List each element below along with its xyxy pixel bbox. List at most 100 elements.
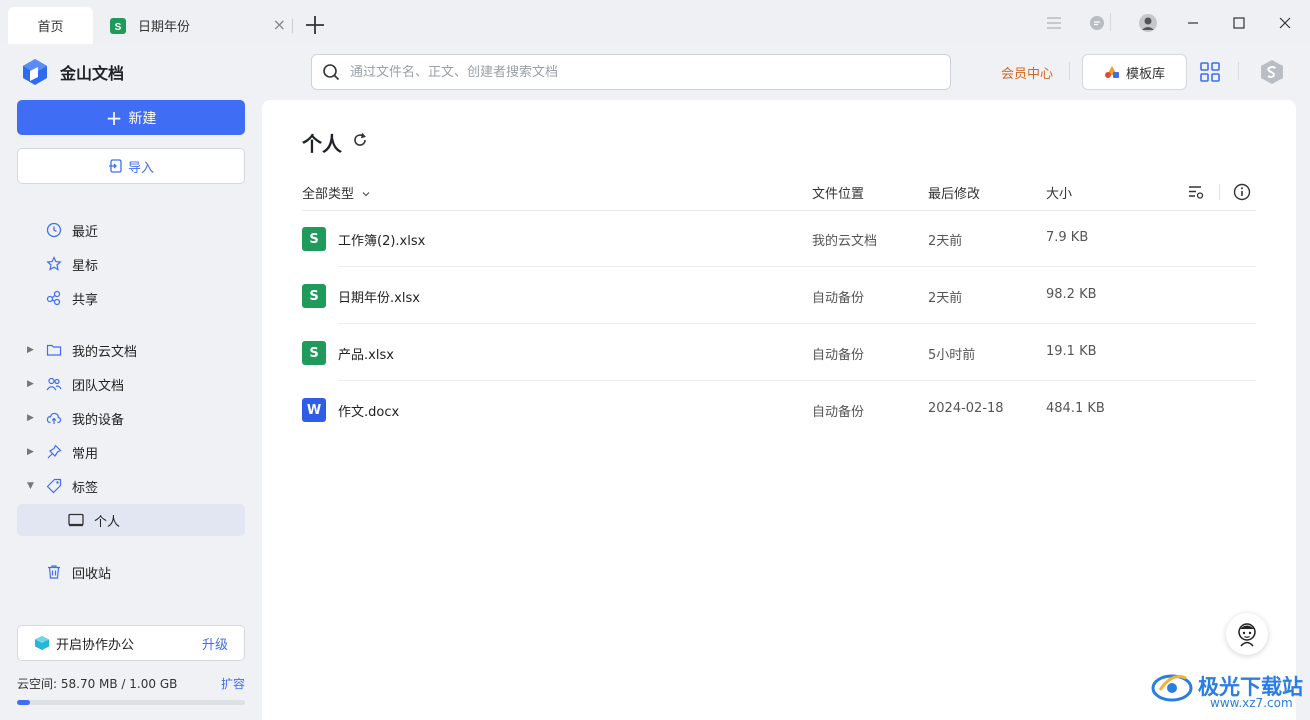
spreadsheet-icon: S <box>110 17 126 34</box>
expand-arrow-icon[interactable]: ▶ <box>27 413 35 423</box>
new-label: 新建 <box>128 110 157 127</box>
column-header-location[interactable]: 文件位置 <box>812 183 864 202</box>
spreadsheet-icon: S <box>302 227 326 251</box>
file-name[interactable]: 产品.xlsx <box>338 344 394 363</box>
sidebar-item-label: 团队文档 <box>72 378 125 394</box>
import-label: 导入 <box>127 160 154 176</box>
sidebar-item-frequent[interactable]: ▶ 常用 <box>17 436 245 468</box>
chevron-down-icon <box>362 192 370 197</box>
storage-progress-fill <box>17 700 30 705</box>
upgrade-link[interactable]: 升级 <box>202 634 228 653</box>
file-location: 自动备份 <box>812 348 865 363</box>
sidebar-item-label: 星标 <box>72 258 99 274</box>
spreadsheet-icon: S <box>302 341 326 365</box>
trash-icon <box>45 563 63 581</box>
clock-icon <box>45 221 63 239</box>
close-tab-icon[interactable]: × <box>273 17 286 33</box>
sidebar-item-my-cloud-docs[interactable]: ▶ 我的云文档 <box>17 334 245 366</box>
search-box[interactable] <box>311 54 951 90</box>
team-icon <box>45 375 63 393</box>
apps-grid-icon[interactable] <box>1199 61 1221 83</box>
watermark-logo-icon <box>1151 674 1193 702</box>
header-divider <box>1069 62 1070 80</box>
collab-banner[interactable]: 开启协作办公 升级 <box>17 625 245 661</box>
collab-label: 开启协作办公 <box>56 637 135 653</box>
file-modified: 2天前 <box>928 291 963 306</box>
file-size: 484.1 KB <box>1046 401 1105 416</box>
file-row[interactable]: W 作文.docx 自动备份 2024-02-18 484.1 KB <box>302 381 1256 438</box>
file-size: 98.2 KB <box>1046 287 1097 302</box>
tab-label: 首页 <box>37 20 64 35</box>
avatar[interactable] <box>1137 12 1159 34</box>
file-modified: 5小时前 <box>928 348 976 363</box>
file-name[interactable]: 作文.docx <box>338 401 399 420</box>
refresh-icon[interactable] <box>352 132 368 148</box>
file-name[interactable]: 工作簿(2).xlsx <box>338 230 425 249</box>
sidebar-item-label: 最近 <box>72 224 99 240</box>
import-button[interactable]: 导入 <box>17 148 245 184</box>
template-icon <box>1104 66 1119 78</box>
view-settings-icon[interactable] <box>1187 183 1205 201</box>
sidebar-item-trash[interactable]: 回收站 <box>17 556 245 588</box>
assistant-button[interactable] <box>1226 613 1268 655</box>
page-title: 个人 <box>302 132 342 156</box>
storage-text: 云空间: 58.70 MB / 1.00 GB <box>17 677 178 691</box>
sidebar-item-label: 共享 <box>72 292 99 308</box>
sidebar-item-starred[interactable]: 星标 <box>17 248 245 280</box>
new-button[interactable]: + 新建 <box>17 100 245 135</box>
collab-cube-icon <box>35 636 49 650</box>
expand-arrow-icon[interactable]: ▶ <box>27 345 35 355</box>
file-row[interactable]: S 产品.xlsx 自动备份 5小时前 19.1 KB <box>302 324 1256 381</box>
close-window-icon[interactable] <box>1274 12 1296 34</box>
watermark-url: www.xz7.com <box>1210 696 1293 710</box>
sidebar-item-team-docs[interactable]: ▶ 团队文档 <box>17 368 245 400</box>
share-icon <box>45 289 63 307</box>
template-library-button[interactable]: 模板库 <box>1082 54 1187 90</box>
storage-info: 云空间: 58.70 MB / 1.00 GB 扩容 <box>17 675 245 692</box>
search-input[interactable] <box>350 64 910 80</box>
plus-icon: + <box>105 105 123 130</box>
collapse-arrow-icon[interactable]: ▼ <box>27 481 35 491</box>
app-name: 金山文档 <box>60 64 125 83</box>
sidebar-item-label: 我的设备 <box>72 412 125 428</box>
file-size: 7.9 KB <box>1046 230 1089 245</box>
brand: 金山文档 <box>22 58 124 86</box>
sidebar-item-recent[interactable]: 最近 <box>17 214 245 246</box>
info-icon[interactable] <box>1233 183 1251 201</box>
file-size: 19.1 KB <box>1046 344 1097 359</box>
kdocs-logo-icon <box>23 59 47 85</box>
sidebar-item-personal-tag[interactable]: 个人 <box>17 504 245 536</box>
svg-text:S: S <box>115 22 122 33</box>
sidebar-item-label: 回收站 <box>72 566 112 582</box>
storage-progress-bar <box>17 700 245 705</box>
wps-logo-icon[interactable] <box>1259 59 1285 85</box>
type-filter-dropdown[interactable]: 全部类型 <box>302 183 371 202</box>
expand-storage-link[interactable]: 扩容 <box>221 675 245 692</box>
cloud-upload-icon <box>45 409 63 427</box>
file-row[interactable]: S 日期年份.xlsx 自动备份 2天前 98.2 KB <box>302 267 1256 324</box>
sidebar-item-shared[interactable]: 共享 <box>17 282 245 314</box>
tag-icon <box>45 477 63 495</box>
message-icon[interactable] <box>1086 12 1108 34</box>
minimize-icon[interactable] <box>1182 12 1204 34</box>
column-header-size[interactable]: 大小 <box>1046 183 1072 202</box>
type-filter-label: 全部类型 <box>302 187 355 202</box>
sidebar-item-tags[interactable]: ▼ 标签 <box>17 470 245 502</box>
watermark: 极光下载站 www.xz7.com <box>1150 668 1303 710</box>
column-header-modified[interactable]: 最后修改 <box>928 183 980 202</box>
sidebar-item-label: 个人 <box>94 514 121 530</box>
expand-arrow-icon[interactable]: ▶ <box>27 447 35 457</box>
sidebar-item-label: 标签 <box>72 480 99 496</box>
pin-icon <box>45 443 63 461</box>
menu-icon[interactable] <box>1043 12 1065 34</box>
star-icon <box>45 255 63 273</box>
file-name[interactable]: 日期年份.xlsx <box>338 287 420 306</box>
add-tab-icon[interactable] <box>302 12 328 38</box>
vip-center-link[interactable]: 会员中心 <box>1001 63 1053 82</box>
sidebar-item-my-devices[interactable]: ▶ 我的设备 <box>17 402 245 434</box>
file-row[interactable]: S 工作簿(2).xlsx 我的云文档 2天前 7.9 KB <box>302 210 1256 267</box>
tab-home[interactable]: 首页 <box>8 7 93 44</box>
tab-document[interactable]: S 日期年份 × <box>102 7 292 44</box>
expand-arrow-icon[interactable]: ▶ <box>27 379 35 389</box>
maximize-icon[interactable] <box>1228 12 1250 34</box>
